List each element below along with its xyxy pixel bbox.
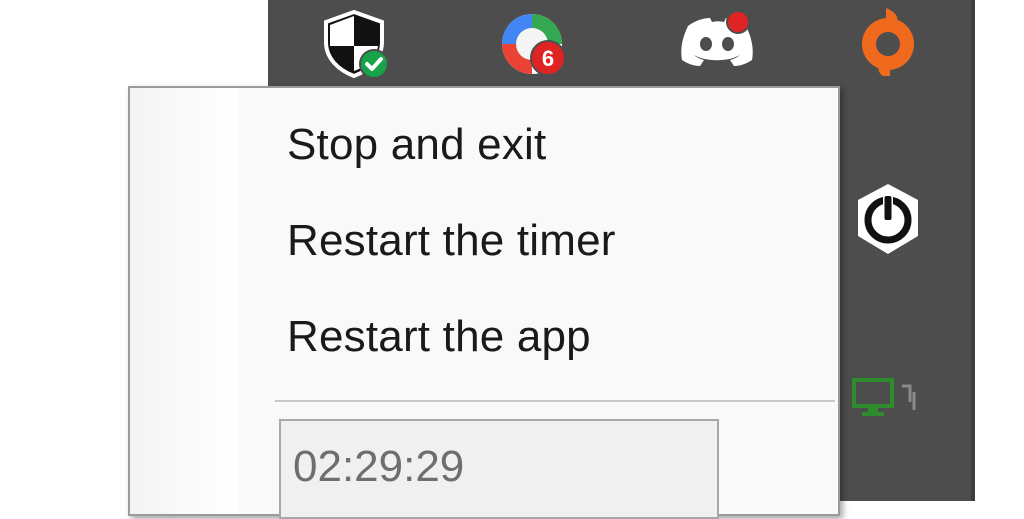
menu-icon-gutter bbox=[130, 88, 238, 514]
tray-panel-edge bbox=[971, 0, 975, 501]
desktop-background: 6 Stop and exit Restart the timer Restar… bbox=[0, 0, 1024, 519]
power-timer-icon[interactable] bbox=[850, 180, 926, 258]
menu-item-restart-app[interactable]: Restart the app bbox=[240, 292, 836, 382]
menu-item-restart-timer[interactable]: Restart the timer bbox=[240, 196, 836, 286]
google-one-icon[interactable]: 6 bbox=[498, 8, 574, 78]
timer-value: 02:29:29 bbox=[293, 442, 465, 491]
timer-display-field[interactable]: 02:29:29 bbox=[279, 419, 719, 519]
tray-context-menu: Stop and exit Restart the timer Restart … bbox=[128, 86, 840, 519]
origin-icon[interactable] bbox=[856, 6, 922, 76]
display-network-icon[interactable] bbox=[848, 372, 928, 422]
menu-item-label: Stop and exit bbox=[287, 120, 547, 169]
discord-icon[interactable] bbox=[676, 6, 756, 72]
menu-separator bbox=[275, 400, 835, 403]
menu-item-label: Restart the timer bbox=[287, 216, 616, 265]
menu-item-label: Restart the app bbox=[287, 312, 591, 361]
menu-item-stop-and-exit[interactable]: Stop and exit bbox=[240, 100, 836, 190]
windows-security-icon[interactable] bbox=[318, 8, 394, 80]
google-one-badge-count: 6 bbox=[542, 46, 554, 71]
